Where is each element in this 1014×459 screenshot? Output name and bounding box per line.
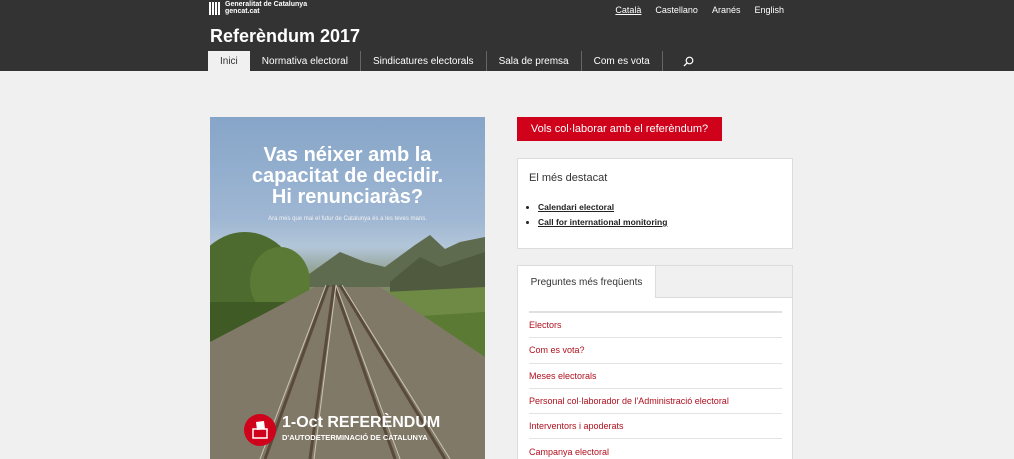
referendum-poster[interactable]: Vas néixer amb la capacitat de decidir. … <box>210 117 485 459</box>
tab-preguntes-mes-frequents[interactable]: Preguntes més freqüents <box>518 266 656 298</box>
highlight-calendari-electoral[interactable]: Calendari electoral <box>538 202 667 212</box>
collaborate-button[interactable]: Vols col·laborar amb el referèndum? <box>517 117 722 141</box>
faq-list: Electors Com es vota? Meses electorals P… <box>529 311 782 459</box>
tab-bar-filler <box>656 266 792 298</box>
highlight-call-international-monitoring[interactable]: Call for international monitoring <box>538 217 667 227</box>
poster-headline: Vas néixer amb la capacitat de decidir. … <box>251 144 444 208</box>
site-header: Generalitat de Catalunya gencat.cat Cata… <box>0 0 1014 71</box>
highlights-panel: El més destacat Calendari electoral Call… <box>517 158 793 249</box>
language-selector: Català Castellano Aranés English <box>615 5 784 15</box>
nav-sala-de-premsa[interactable]: Sala de premsa <box>487 51 582 71</box>
faq-item-interventors-apoderats[interactable]: Interventors i apoderats <box>529 414 782 440</box>
site-title[interactable]: Referèndum 2017 <box>210 26 360 47</box>
faq-item-personal-colaborador[interactable]: Personal col·laborador de l'Administraci… <box>529 389 782 415</box>
senyera-icon <box>209 1 221 15</box>
highlights-title: El més destacat <box>529 172 608 184</box>
logo-line1: Generalitat de Catalunya <box>225 1 308 8</box>
lang-aranes[interactable]: Aranés <box>712 5 741 15</box>
faq-item-campanya-electoral[interactable]: Campanya electoral <box>529 439 782 459</box>
faq-item-com-es-vota[interactable]: Com es vota? <box>529 338 782 364</box>
poster-referendum-subtitle: D'AUTODETERMINACIÓ DE CATALUNYA <box>282 433 428 442</box>
faq-item-meses-electorals[interactable]: Meses electorals <box>529 364 782 389</box>
lang-catala[interactable]: Català <box>615 5 641 15</box>
logo-line2: gencat.cat <box>225 8 260 15</box>
faq-panel: Preguntes més freqüents Electors Com es … <box>517 265 793 459</box>
search-icon[interactable] <box>663 51 708 71</box>
poster-subline: Ara més que mai el futur de Catalunya és… <box>268 216 427 222</box>
main-nav: Inici Normativa electoral Sindicatures e… <box>208 51 708 71</box>
poster-referendum-title: 1-Oct REFERÈNDUM <box>282 414 441 431</box>
nav-normativa-electoral[interactable]: Normativa electoral <box>250 51 361 71</box>
generalitat-logo[interactable]: Generalitat de Catalunya gencat.cat <box>209 1 307 15</box>
nav-com-es-vota[interactable]: Com es vota <box>582 51 663 71</box>
highlights-list: Calendari electoral Call for internation… <box>538 202 667 232</box>
nav-sindicatures-electorals[interactable]: Sindicatures electorals <box>361 51 487 71</box>
lang-castellano[interactable]: Castellano <box>655 5 698 15</box>
nav-inici[interactable]: Inici <box>208 51 250 71</box>
ballot-box-icon <box>244 414 276 446</box>
lang-english[interactable]: English <box>754 5 784 15</box>
faq-item-electors[interactable]: Electors <box>529 313 782 339</box>
